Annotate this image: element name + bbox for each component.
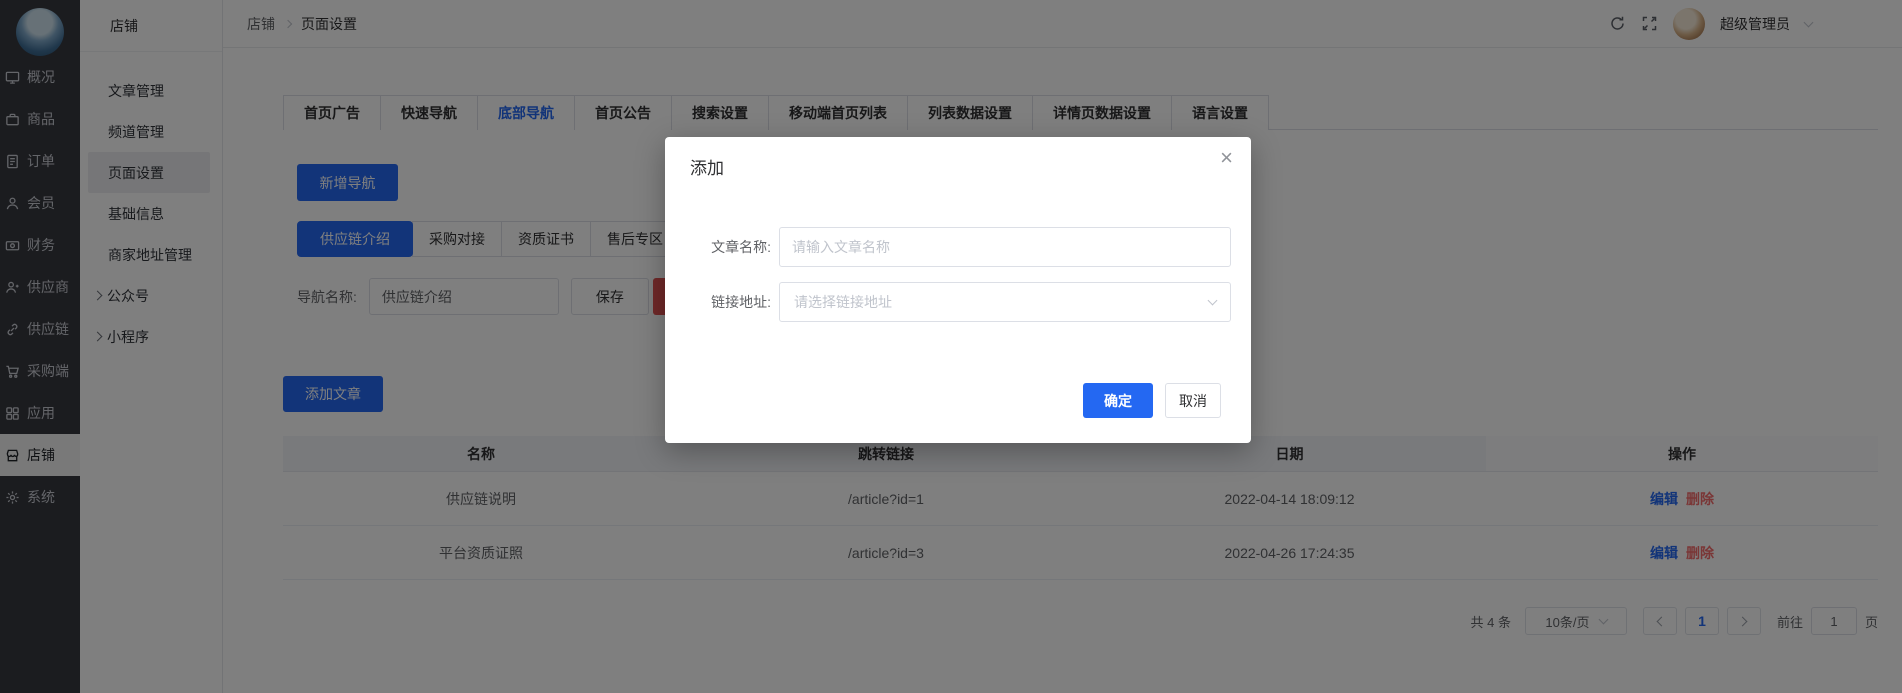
close-icon[interactable]: × (1220, 147, 1233, 169)
confirm-button[interactable]: 确定 (1083, 383, 1153, 418)
add-dialog: 添加 × 文章名称: 链接地址: 请选择链接地址 确定 取消 (665, 137, 1251, 443)
app-window: 概况 商品 订单 会员 财务 供应商 (0, 0, 1902, 693)
chevron-down-icon (1208, 296, 1218, 306)
link-address-select[interactable]: 请选择链接地址 (779, 282, 1231, 322)
link-address-label: 链接地址: (665, 292, 771, 312)
dialog-title: 添加 (690, 154, 724, 179)
cancel-button[interactable]: 取消 (1165, 383, 1221, 418)
article-name-input[interactable] (779, 227, 1231, 267)
article-name-label: 文章名称: (665, 237, 771, 257)
link-address-placeholder: 请选择链接地址 (794, 292, 1209, 312)
